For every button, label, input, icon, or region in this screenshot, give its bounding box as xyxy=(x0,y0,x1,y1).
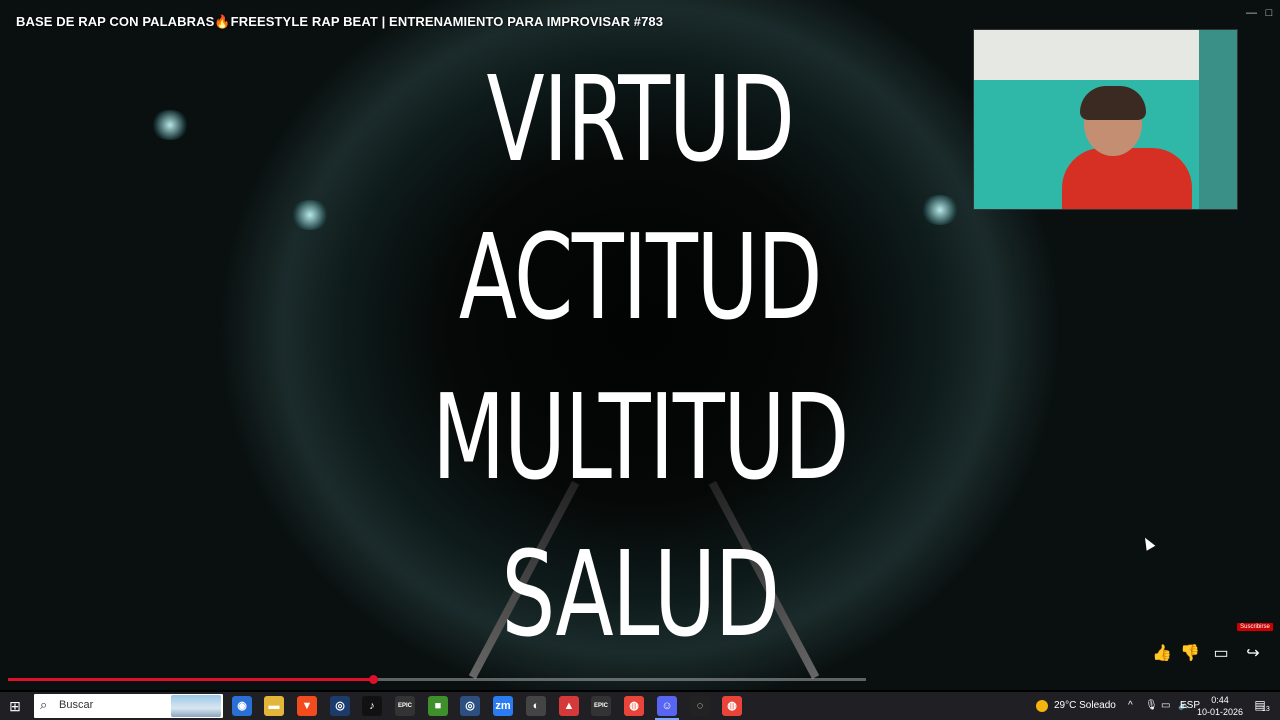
webcam-overlay xyxy=(973,29,1238,210)
lyric-word-2: ACTITUD xyxy=(458,208,823,346)
mouse-cursor xyxy=(1140,535,1156,551)
minecraft-icon[interactable]: ■ xyxy=(428,696,448,716)
windows-start-icon[interactable]: ⊞ xyxy=(6,698,24,714)
comment-icon[interactable]: ▭ xyxy=(1211,644,1231,664)
progress-knob[interactable] xyxy=(368,675,378,684)
lyric-word-3: MULTITUD xyxy=(431,368,850,506)
chrome-icon[interactable]: ◍ xyxy=(624,696,644,716)
file-explorer-icon[interactable]: ▬ xyxy=(264,696,284,716)
app-icon-1[interactable]: ◉ xyxy=(232,696,252,716)
brave-icon[interactable]: ▼ xyxy=(297,696,317,716)
obs-icon[interactable]: ◌ xyxy=(690,696,710,716)
search-highlight-image xyxy=(171,695,221,717)
epic-games-icon[interactable]: EPIC xyxy=(395,696,415,716)
tray-chevron-icon[interactable]: ^ xyxy=(1128,692,1133,720)
search-placeholder: Buscar xyxy=(59,699,94,711)
zoom-icon[interactable]: zm xyxy=(493,696,513,716)
network-icon[interactable]: ▭ xyxy=(1161,692,1170,720)
thumbs-down-icon[interactable]: 👎 xyxy=(1180,644,1200,664)
app-icon-2[interactable]: ◐ xyxy=(526,696,546,716)
weather-sun-icon xyxy=(1036,700,1048,712)
video-title: BASE DE RAP CON PALABRAS🔥FREESTYLE RAP B… xyxy=(16,14,664,29)
webcam-person-hair xyxy=(1080,86,1146,120)
minimize-button[interactable]: — xyxy=(1246,8,1257,19)
thumbs-up-icon[interactable]: 👍 xyxy=(1152,644,1172,664)
app-icon-3[interactable]: ▲ xyxy=(559,696,579,716)
search-icon: ⌕ xyxy=(40,697,48,712)
tiktok-icon[interactable]: ♪ xyxy=(362,696,382,716)
epic-games-icon-2[interactable]: EPIC xyxy=(591,696,611,716)
share-icon[interactable]: ↪ xyxy=(1243,644,1263,664)
discord-icon[interactable]: ☺ xyxy=(657,696,677,716)
webcam-door xyxy=(1199,30,1237,209)
notification-count: 13 xyxy=(1262,706,1270,713)
lyric-word-1: VIRTUD xyxy=(486,50,795,188)
lyric-word-4: SALUD xyxy=(501,525,780,663)
subscribe-watermark[interactable]: Suscribirse xyxy=(1237,623,1273,631)
webcam-person-shirt xyxy=(1062,148,1192,209)
progress-bar[interactable] xyxy=(8,675,866,684)
weather-text[interactable]: 29°C Soleado xyxy=(1054,692,1116,720)
chrome-icon-2[interactable]: ◍ xyxy=(722,696,742,716)
steam-icon[interactable]: ◎ xyxy=(330,696,350,716)
clock-time: 0:44 xyxy=(1211,695,1229,705)
video-player[interactable]: BASE DE RAP CON PALABRAS🔥FREESTYLE RAP B… xyxy=(0,0,1280,690)
taskbar-search[interactable]: ⌕ Buscar xyxy=(34,694,223,718)
taskbar-clock[interactable]: 0:44 10-01-2026 xyxy=(1196,694,1244,718)
taskbar: ⊞ ⌕ Buscar ◉ ▬ ▼ ◎ ♪ EPIC ■ ◎ zm ◐ ▲ EPIC ◍ ☺ ◌ ◍ 29°C … xyxy=(0,692,1280,720)
microphone-icon[interactable]: 🎙 xyxy=(1145,692,1158,720)
maximize-button[interactable]: □ xyxy=(1264,8,1274,19)
progress-fill xyxy=(8,678,373,681)
clock-date: 10-01-2026 xyxy=(1196,707,1244,717)
steam-icon-2[interactable]: ◎ xyxy=(460,696,480,716)
